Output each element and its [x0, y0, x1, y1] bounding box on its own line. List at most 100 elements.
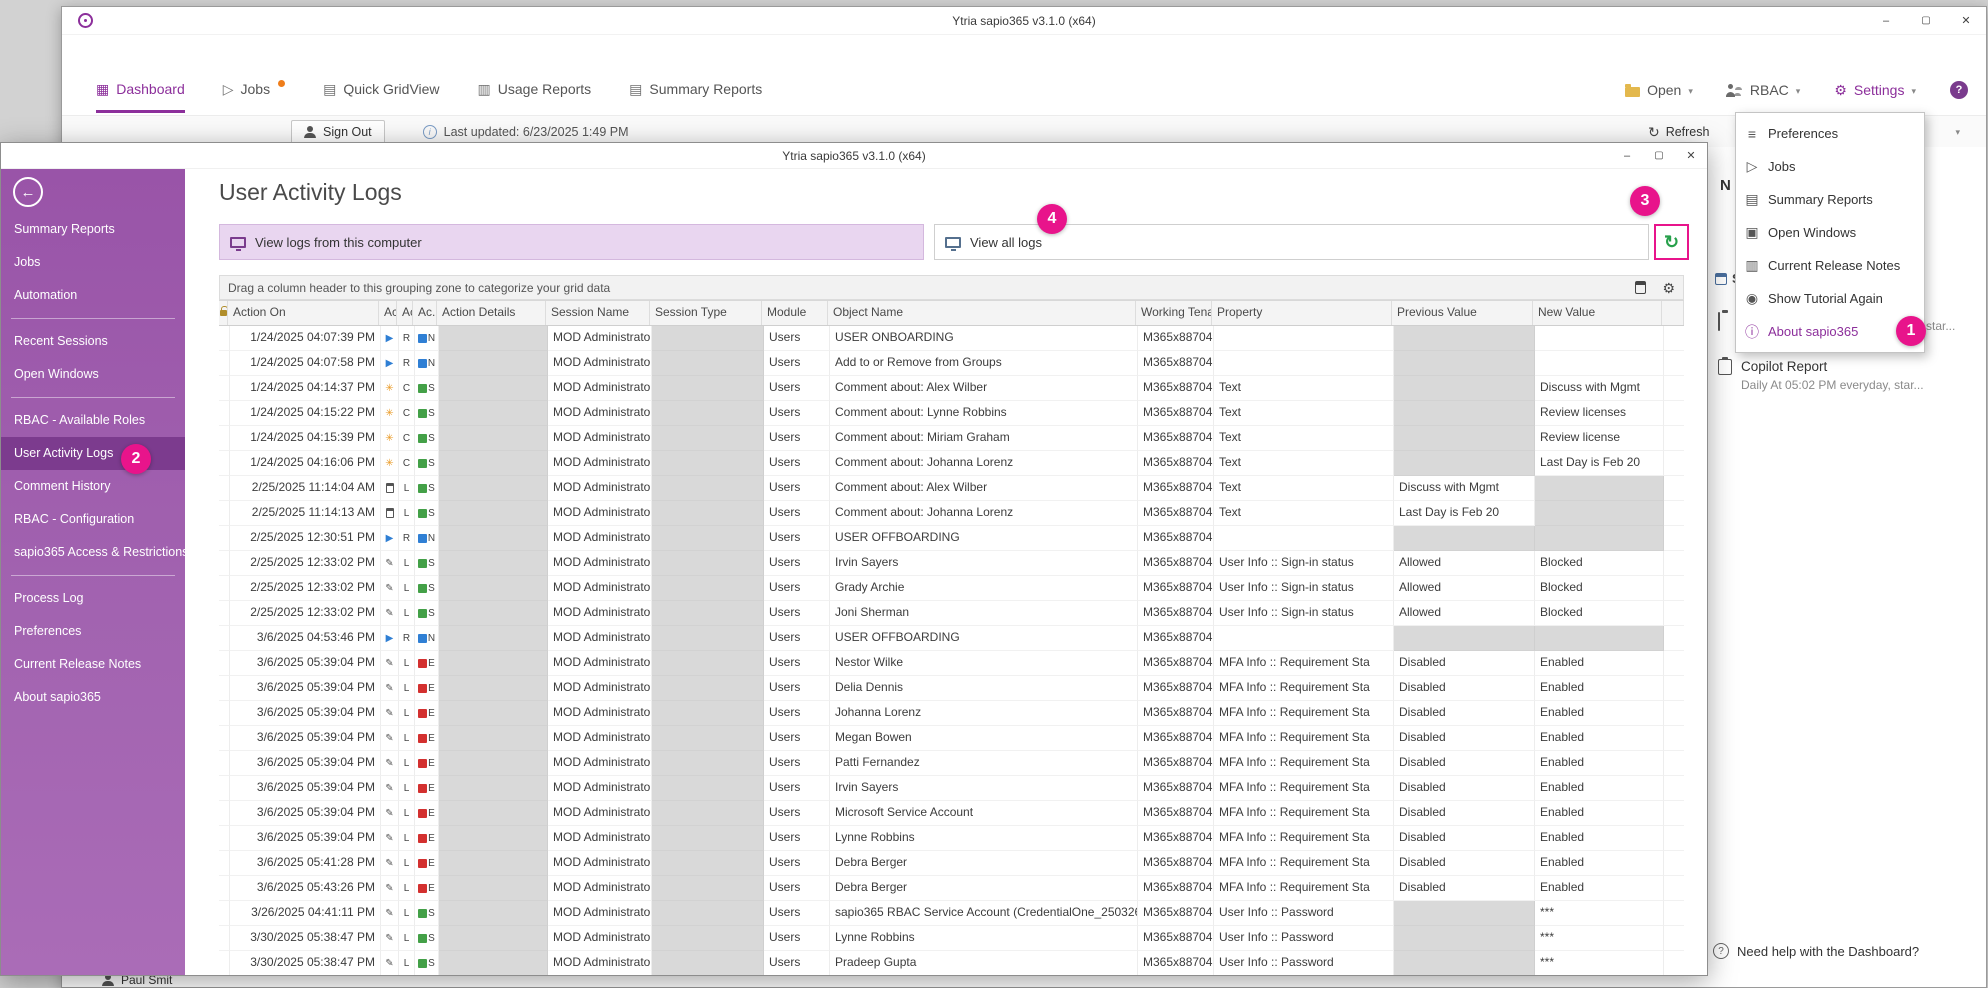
- table-row[interactable]: 3/30/2025 05:38:47 PM✎LSMOD Administrato…: [219, 926, 1684, 951]
- tab-quick-gridview[interactable]: Quick GridView: [323, 67, 439, 113]
- column-header-previous-value-12[interactable]: Previous Value: [1392, 301, 1533, 325]
- cell-working-tenant: M365x88704954.onm: [1138, 376, 1214, 401]
- cell-previous-value: Discuss with Mgmt: [1394, 476, 1535, 501]
- column-header-new-value-13[interactable]: New Value: [1533, 301, 1662, 325]
- table-row[interactable]: 1/24/2025 04:07:58 PM▶RNMOD Administrato…: [219, 351, 1684, 376]
- tab-jobs[interactable]: Jobs: [223, 67, 285, 113]
- column-header-module-8[interactable]: Module: [762, 301, 828, 325]
- help-button[interactable]: ?: [1950, 81, 1968, 99]
- cell-working-tenant: M365x88704954.onm: [1138, 326, 1214, 351]
- table-row[interactable]: 1/24/2025 04:14:37 PM✳CSMOD Administrato…: [219, 376, 1684, 401]
- sidebar-item-preferences[interactable]: Preferences: [1, 615, 185, 648]
- refresh-logs-button[interactable]: [1654, 224, 1689, 260]
- grouping-zone[interactable]: Drag a column header to this grouping zo…: [219, 275, 1684, 300]
- column-header-ac-3[interactable]: Ac...: [397, 301, 413, 325]
- cell-property: Text: [1214, 426, 1394, 451]
- settings-menu-item-jobs[interactable]: ▷Jobs: [1736, 150, 1924, 183]
- table-row[interactable]: 1/24/2025 04:15:39 PM✳CSMOD Administrato…: [219, 426, 1684, 451]
- cell-object-name: Debra Berger: [830, 876, 1138, 901]
- column-header-ac-2[interactable]: Ac...: [379, 301, 397, 325]
- sidebar-item-comment-history[interactable]: Comment History: [1, 470, 185, 503]
- refresh-button[interactable]: Refresh: [1648, 125, 1710, 139]
- table-row[interactable]: 3/6/2025 05:39:04 PM✎LEMOD Administrator…: [219, 751, 1684, 776]
- settings-menu-button[interactable]: Settings: [1834, 82, 1916, 98]
- sidebar-item-sapio365-access-restrictions[interactable]: sapio365 Access & Restrictions: [1, 536, 185, 569]
- table-row[interactable]: 3/6/2025 05:39:04 PM✎LEMOD Administrator…: [219, 676, 1684, 701]
- table-row[interactable]: 3/6/2025 05:41:28 PM✎LEMOD Administrator…: [219, 851, 1684, 876]
- grid-settings-gear-icon[interactable]: [1662, 281, 1675, 295]
- close-button[interactable]: [1675, 145, 1707, 167]
- settings-menu-item-open-windows[interactable]: ▣Open Windows: [1736, 216, 1924, 249]
- sidebar-item-rbac-available-roles[interactable]: RBAC - Available Roles: [1, 404, 185, 437]
- tab-dashboard[interactable]: Dashboard: [96, 67, 185, 113]
- sidebar-item-rbac-configuration[interactable]: RBAC - Configuration: [1, 503, 185, 536]
- column-header-action-on-1[interactable]: Action On: [228, 301, 379, 325]
- table-row[interactable]: 2/25/2025 12:30:51 PM▶RNMOD Administrato…: [219, 526, 1684, 551]
- trash-icon[interactable]: [1635, 281, 1646, 294]
- cell-action-2: L: [399, 726, 415, 751]
- back-button[interactable]: [13, 177, 43, 207]
- cell-module: Users: [764, 901, 830, 926]
- tab-usage-reports[interactable]: Usage Reports: [478, 67, 592, 113]
- table-row[interactable]: 2/25/2025 11:14:04 AMLSMOD Administrator…: [219, 476, 1684, 501]
- view-local-logs-button[interactable]: View logs from this computer: [219, 224, 924, 260]
- settings-menu-item-preferences[interactable]: ≡Preferences: [1736, 117, 1924, 150]
- table-row[interactable]: 2/25/2025 12:33:02 PM✎LSMOD Administrato…: [219, 551, 1684, 576]
- table-row[interactable]: 3/6/2025 05:43:26 PM✎LEMOD Administrator…: [219, 876, 1684, 901]
- collapse-chevron-icon[interactable]: [1955, 128, 1960, 137]
- sidebar-item-summary-reports[interactable]: Summary Reports: [1, 213, 185, 246]
- column-header-ac-4[interactable]: Ac...: [413, 301, 437, 325]
- need-help-link[interactable]: ? Need help with the Dashboard?: [1713, 943, 1919, 959]
- table-row[interactable]: 3/6/2025 05:39:04 PM✎LEMOD Administrator…: [219, 726, 1684, 751]
- table-row[interactable]: 3/6/2025 05:39:04 PM✎LEMOD Administrator…: [219, 701, 1684, 726]
- grid-header-row: Action OnAc...Ac...Ac...Action DetailsSe…: [219, 300, 1684, 326]
- sidebar-item-process-log[interactable]: Process Log: [1, 582, 185, 615]
- table-row[interactable]: 1/24/2025 04:16:06 PM✳CSMOD Administrato…: [219, 451, 1684, 476]
- sidebar-item-open-windows[interactable]: Open Windows: [1, 358, 185, 391]
- cell-session-type: [652, 801, 764, 826]
- minimize-button[interactable]: [1866, 8, 1906, 34]
- maximize-button[interactable]: [1643, 145, 1675, 167]
- sidebar-item-about-sapio365[interactable]: About sapio365: [1, 681, 185, 714]
- sidebar-item-recent-sessions[interactable]: Recent Sessions: [1, 325, 185, 358]
- tab-summary-reports[interactable]: Summary Reports: [629, 67, 762, 113]
- column-header-working-tenant-10[interactable]: Working Tenant: [1136, 301, 1212, 325]
- sidebar-item-user-activity-logs[interactable]: User Activity Logs: [1, 437, 185, 470]
- cell-previous-value: [1394, 626, 1535, 651]
- table-row[interactable]: 2/25/2025 11:14:13 AMLSMOD Administrator…: [219, 501, 1684, 526]
- sidebar-item-automation[interactable]: Automation: [1, 279, 185, 312]
- column-header-action-details-5[interactable]: Action Details: [437, 301, 546, 325]
- cell-object-name: Add to or Remove from Groups: [830, 351, 1138, 376]
- column-header-object-name-9[interactable]: Object Name: [828, 301, 1136, 325]
- settings-menu-item-show-tutorial-again[interactable]: ◉Show Tutorial Again: [1736, 282, 1924, 315]
- table-row[interactable]: 3/6/2025 05:39:04 PM✎LEMOD Administrator…: [219, 776, 1684, 801]
- table-row[interactable]: 3/6/2025 05:39:04 PM✎LEMOD Administrator…: [219, 651, 1684, 676]
- scheduled-report-item[interactable]: [1718, 313, 1720, 331]
- cell-working-tenant: M365x88704954.onm: [1138, 801, 1214, 826]
- cell-session-name: MOD Administrator: [548, 876, 652, 901]
- table-row[interactable]: 3/6/2025 05:39:04 PM✎LEMOD Administrator…: [219, 801, 1684, 826]
- table-row[interactable]: 3/6/2025 05:39:04 PM✎LEMOD Administrator…: [219, 826, 1684, 851]
- settings-menu-item-summary-reports[interactable]: ▤Summary Reports: [1736, 183, 1924, 216]
- status-letter: N: [428, 627, 435, 650]
- copilot-report-item[interactable]: Copilot Report Daily At 05:02 PM everyda…: [1718, 359, 1988, 392]
- table-row[interactable]: 3/26/2025 04:41:11 PM✎LSMOD Administrato…: [219, 901, 1684, 926]
- sidebar-item-current-release-notes[interactable]: Current Release Notes: [1, 648, 185, 681]
- table-row[interactable]: 2/25/2025 12:33:02 PM✎LSMOD Administrato…: [219, 601, 1684, 626]
- sidebar-item-jobs[interactable]: Jobs: [1, 246, 185, 279]
- minimize-button[interactable]: [1611, 145, 1643, 167]
- table-row[interactable]: 2/25/2025 12:33:02 PM✎LSMOD Administrato…: [219, 576, 1684, 601]
- table-row[interactable]: 3/30/2025 05:38:47 PM✎LSMOD Administrato…: [219, 951, 1684, 975]
- column-header-session-name-6[interactable]: Session Name: [546, 301, 650, 325]
- open-menu-button[interactable]: Open: [1625, 82, 1693, 98]
- close-button[interactable]: [1946, 8, 1986, 34]
- column-header-property-11[interactable]: Property: [1212, 301, 1392, 325]
- maximize-button[interactable]: [1906, 8, 1946, 34]
- table-row[interactable]: 3/6/2025 04:53:46 PM▶RNMOD Administrator…: [219, 626, 1684, 651]
- table-row[interactable]: 1/24/2025 04:15:22 PM✳CSMOD Administrato…: [219, 401, 1684, 426]
- settings-menu-item-current-release-notes[interactable]: ▥Current Release Notes: [1736, 249, 1924, 282]
- column-header-session-type-7[interactable]: Session Type: [650, 301, 762, 325]
- rbac-menu-button[interactable]: RBAC: [1727, 82, 1800, 98]
- sign-out-button[interactable]: Sign Out: [291, 120, 385, 144]
- table-row[interactable]: 1/24/2025 04:07:39 PM▶RNMOD Administrato…: [219, 326, 1684, 351]
